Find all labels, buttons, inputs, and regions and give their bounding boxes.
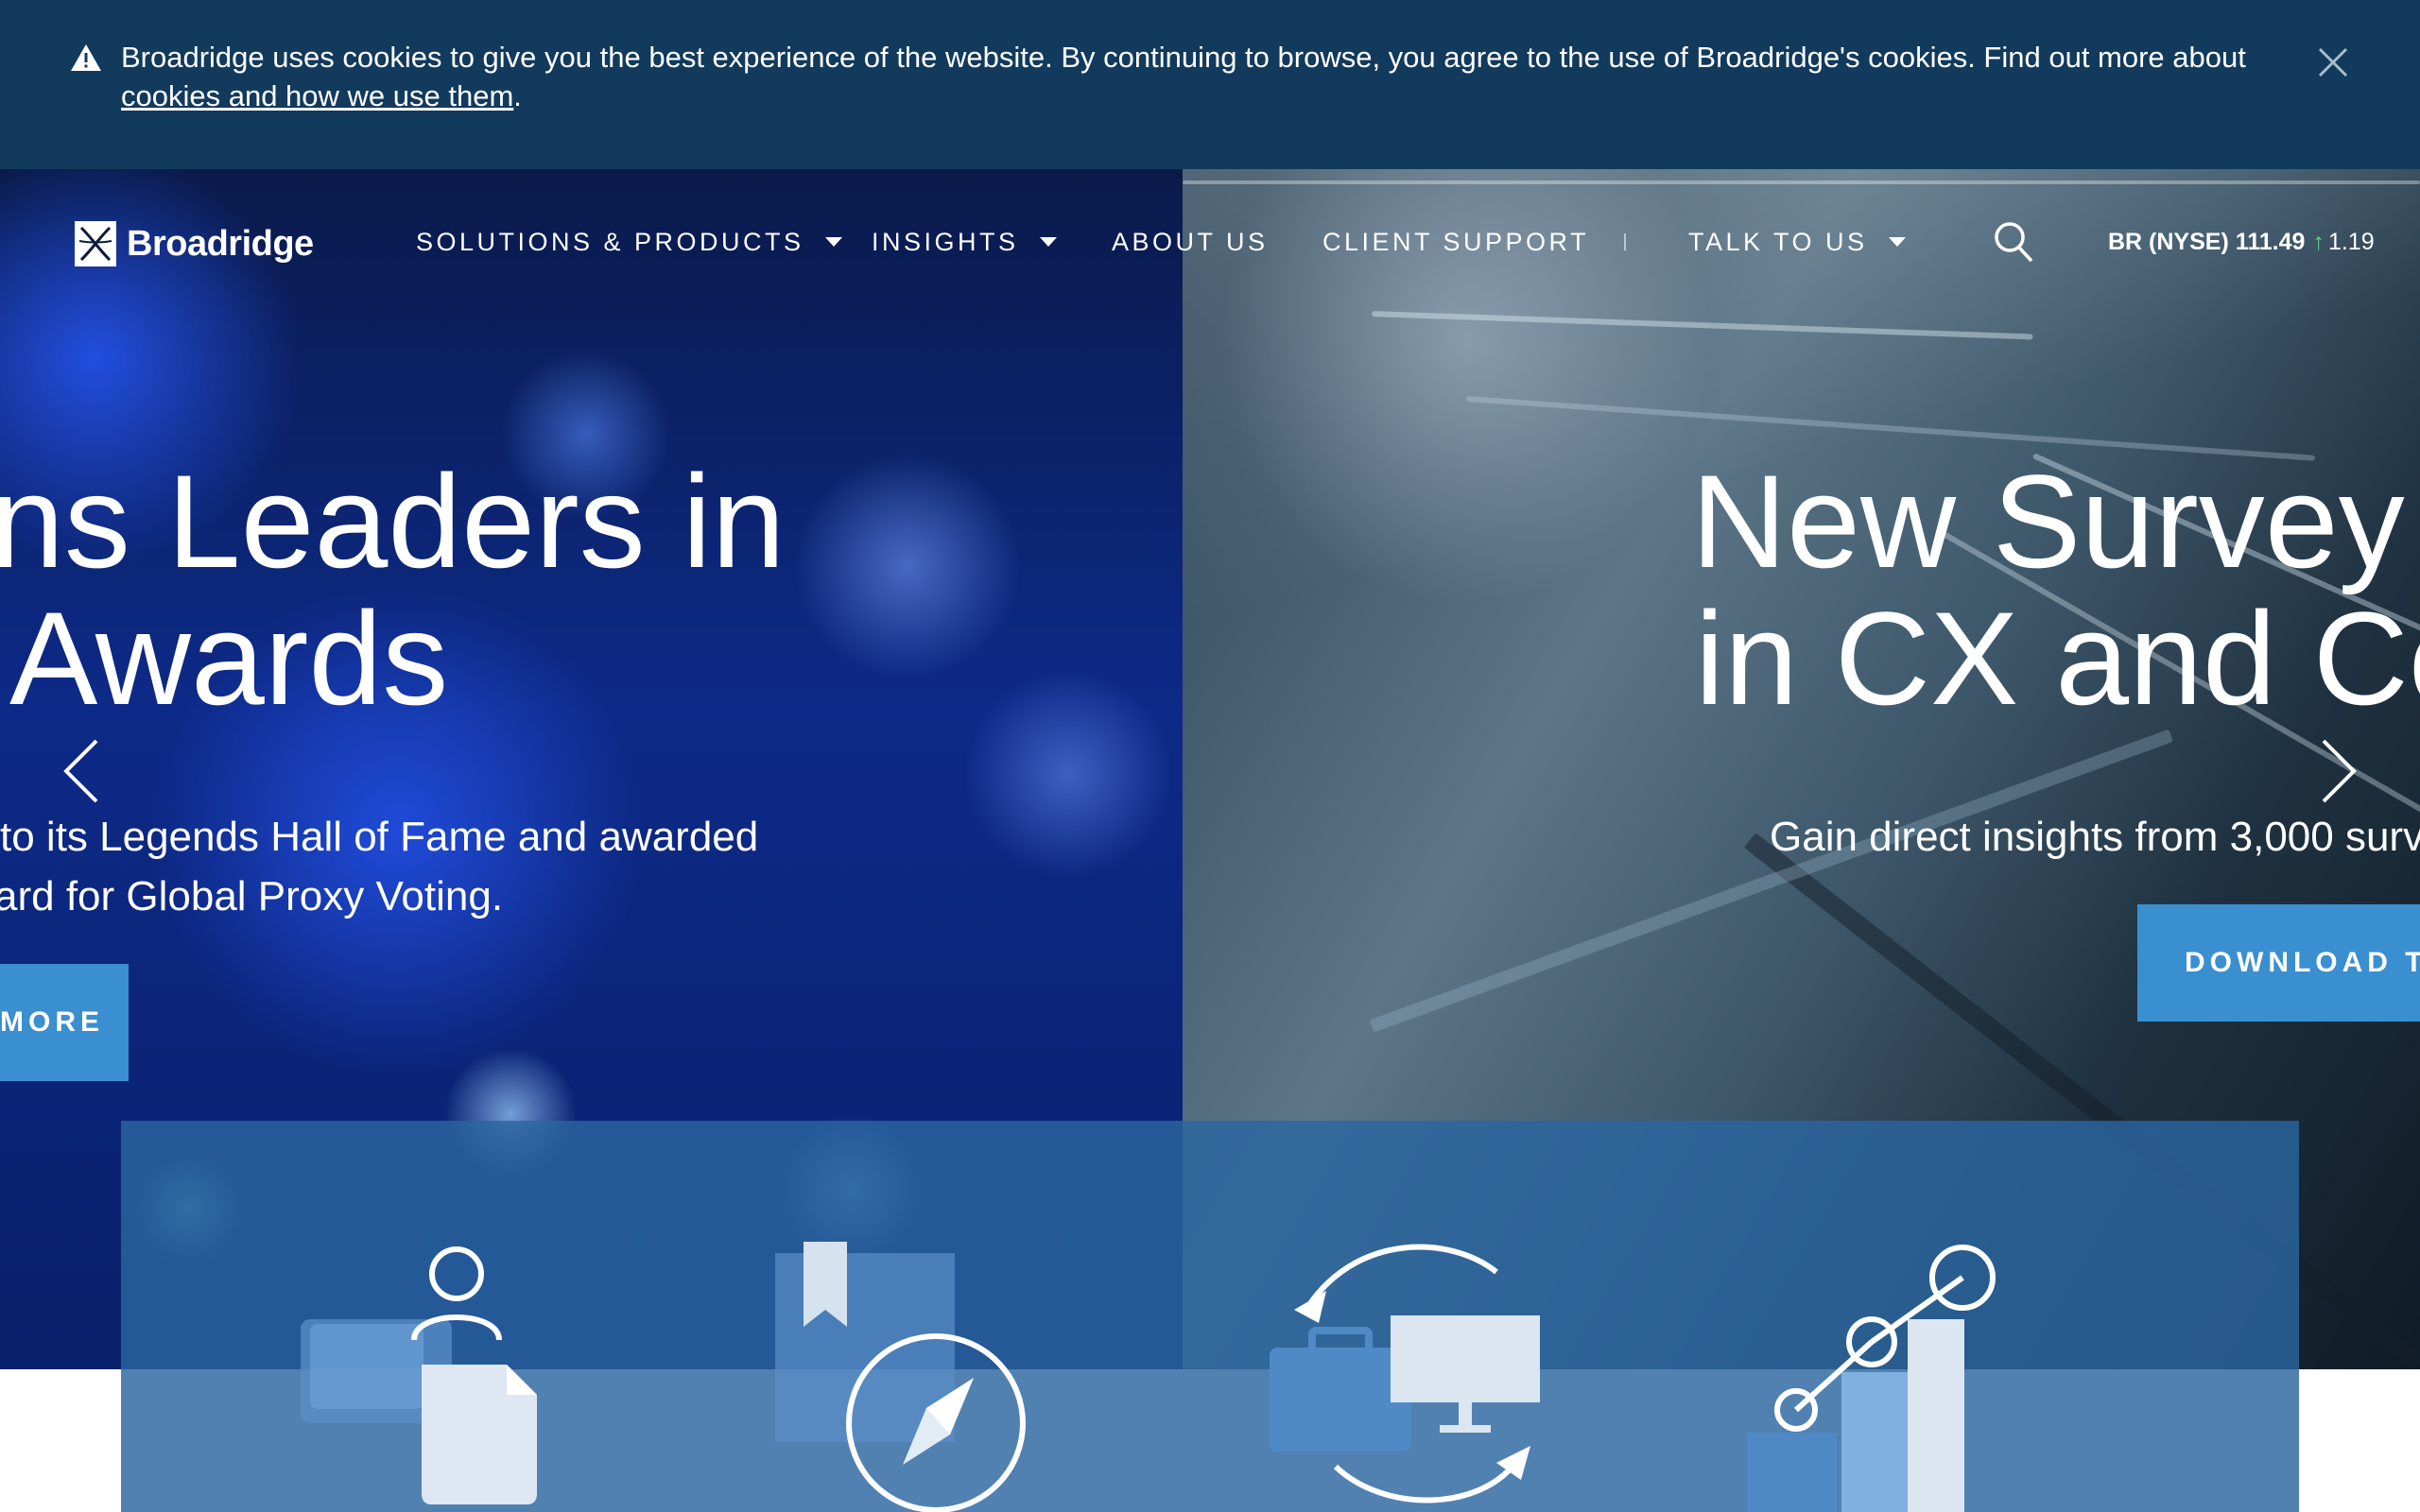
- nav-support-label: CLIENT SUPPORT: [1322, 228, 1590, 256]
- slide-title-line-2: in CX and Com: [1695, 584, 2420, 732]
- slide-subtitle-line-1: to its Legends Hall of Fame and awarded: [0, 814, 759, 860]
- nav-about-label: ABOUT US: [1112, 228, 1269, 256]
- slide-title-line-2: Awards: [9, 584, 449, 732]
- chevron-right-icon[interactable]: [2310, 733, 2367, 809]
- caret-down-icon: [824, 237, 842, 247]
- warning-icon: [71, 44, 101, 71]
- ticker-up-arrow: ↑: [2312, 229, 2325, 255]
- nav-client-support[interactable]: CLIENT SUPPORT: [1322, 226, 1589, 258]
- nav-divider: [1624, 233, 1626, 250]
- broadridge-logo-icon: [75, 221, 116, 266]
- slide-subtitle-line-2: ard for Global Proxy Voting.: [0, 873, 504, 919]
- nav-talk-to-us[interactable]: TALK TO US: [1688, 226, 1906, 258]
- nav-insights-label: INSIGHTS: [872, 228, 1019, 256]
- download-button[interactable]: DOWNLOAD TH: [2137, 904, 2420, 1022]
- ticker-price: BR (NYSE) 111.49: [2108, 229, 2306, 255]
- slide-subtitle-line-1: Gain direct insights from 3,000 survey: [1770, 814, 2420, 860]
- service-item[interactable]: [775, 1121, 1059, 1512]
- stock-ticker: BR (NYSE) 111.49 ↑ 1.19: [2108, 226, 2375, 258]
- search-icon[interactable]: [1993, 220, 2034, 264]
- sync-workspace-icon: [1270, 1244, 1540, 1503]
- cookie-message-text: Broadridge uses cookies to give you the …: [121, 41, 2246, 74]
- broadridge-logo[interactable]: Broadridge: [74, 218, 314, 269]
- nav-solutions-label: SOLUTIONS & PRODUCTS: [416, 228, 804, 256]
- growth-chart-icon: [1747, 1245, 1996, 1512]
- cookie-message: Broadridge uses cookies to give you the …: [121, 38, 2257, 115]
- logo-text: Broadridge: [127, 223, 314, 264]
- nav-about-us[interactable]: ABOUT US: [1112, 226, 1269, 258]
- cookie-message-end: .: [513, 79, 522, 112]
- slide-title-line-1: New Survey Re: [1691, 447, 2420, 595]
- cookie-policy-link[interactable]: cookies and how we use them: [121, 79, 513, 112]
- close-icon[interactable]: [2312, 42, 2354, 83]
- caret-down-icon: [1888, 237, 1906, 247]
- nav-solutions-products[interactable]: SOLUTIONS & PRODUCTS: [416, 226, 842, 258]
- slide-title-line-1: ns Leaders in: [0, 447, 786, 595]
- site-header: Broadridge SOLUTIONS & PRODUCTS INSIGHTS…: [0, 169, 2420, 311]
- ticker-change: 1.19: [2327, 229, 2375, 255]
- service-item[interactable]: [301, 1121, 546, 1512]
- caret-down-icon: [1039, 237, 1057, 247]
- compass-bookmark-icon: [775, 1242, 1026, 1512]
- chevron-left-icon[interactable]: [53, 733, 110, 809]
- nav-insights[interactable]: INSIGHTS: [872, 226, 1057, 258]
- learn-more-button[interactable]: MORE: [0, 964, 129, 1081]
- user-document-icon: [301, 1246, 537, 1504]
- service-item[interactable]: [1747, 1121, 2031, 1512]
- service-item[interactable]: [1270, 1121, 1572, 1512]
- cookie-banner: Broadridge uses cookies to give you the …: [0, 0, 2420, 169]
- nav-talk-label: TALK TO US: [1688, 228, 1868, 256]
- services-panel: [121, 1121, 2299, 1512]
